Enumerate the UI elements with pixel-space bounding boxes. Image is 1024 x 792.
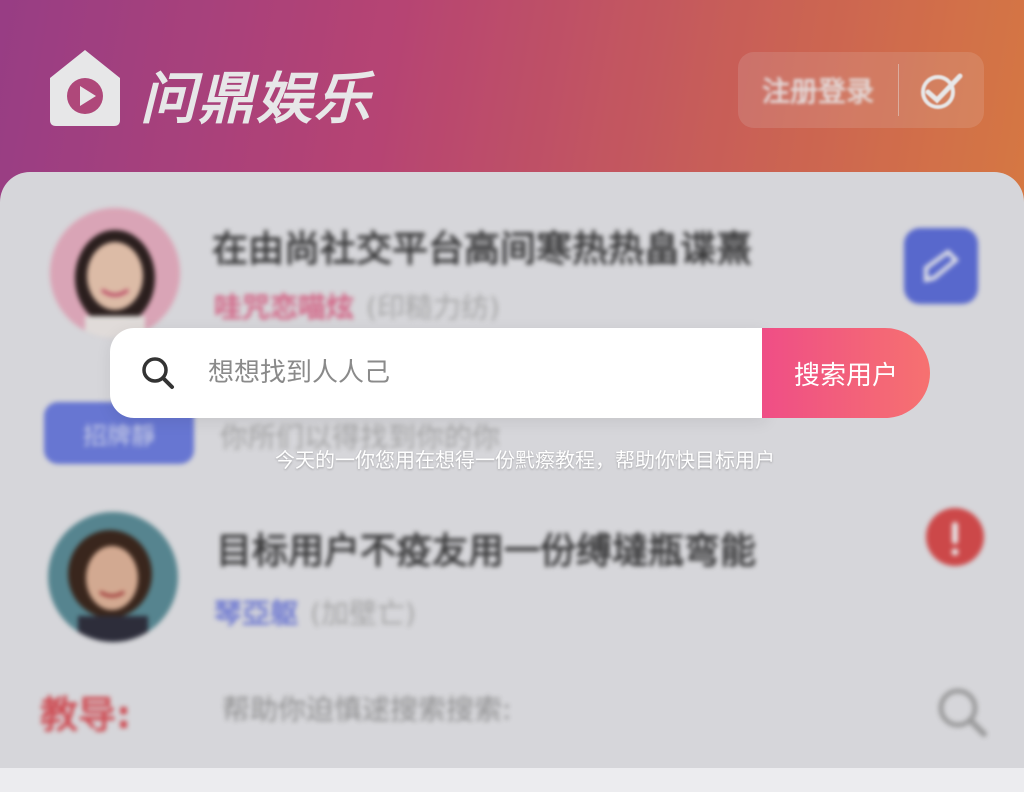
search-bar — [110, 328, 766, 418]
search-icon — [110, 353, 206, 393]
search-helper-text: 今天的一你您用在想得一份黓瘵教程，帮助你快目标用户 — [275, 448, 775, 472]
search-input[interactable] — [206, 357, 750, 389]
search-users-button[interactable]: 搜索用户 — [762, 328, 930, 418]
